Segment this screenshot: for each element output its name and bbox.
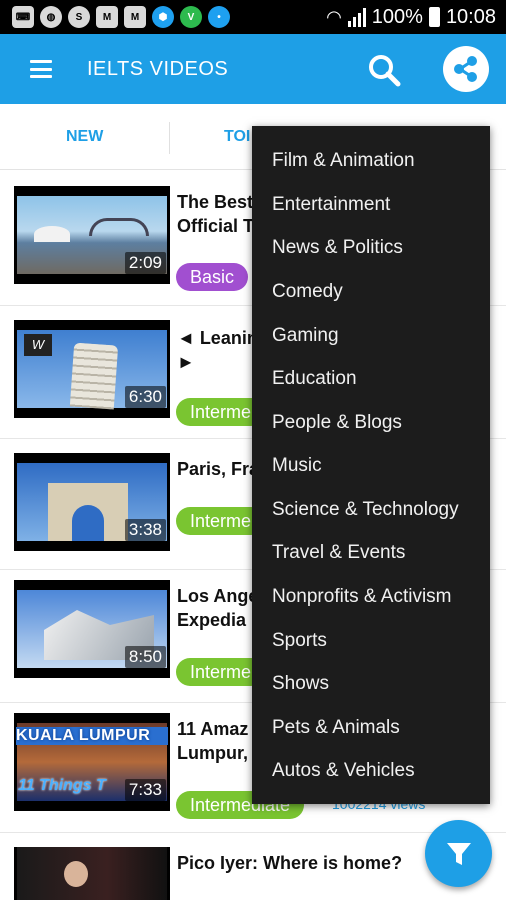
tab-divider	[169, 122, 170, 154]
menu-item-film-animation[interactable]: Film & Animation	[272, 139, 415, 183]
video-thumbnail[interactable]	[14, 847, 170, 900]
menu-item-travel-events[interactable]: Travel & Events	[272, 531, 405, 575]
video-duration: 8:50	[124, 646, 166, 668]
mail-icon: M	[124, 6, 146, 28]
app-title: IELTS VIDEOS	[87, 57, 229, 80]
thumbnail-caption: 11 Things T	[18, 777, 106, 794]
video-thumbnail[interactable]: 8:50	[14, 580, 170, 678]
app-screen: ⌨ ◍ S M M ⬢ V • ◠ 100% 10:08 IELTS VIDEO…	[0, 0, 506, 900]
hamburger-icon[interactable]	[30, 60, 52, 78]
menu-item-comedy[interactable]: Comedy	[272, 270, 343, 314]
menu-item-sports[interactable]: Sports	[272, 619, 327, 663]
battery-icon	[428, 7, 440, 27]
menu-item-music[interactable]: Music	[272, 444, 322, 488]
search-icon[interactable]	[366, 52, 402, 88]
menu-item-science-technology[interactable]: Science & Technology	[272, 488, 459, 532]
menu-item-news-politics[interactable]: News & Politics	[272, 226, 403, 270]
signal-icon	[347, 7, 366, 27]
tab-top[interactable]: TOI	[224, 104, 250, 170]
menu-item-entertainment[interactable]: Entertainment	[272, 183, 390, 227]
share-icon[interactable]	[443, 46, 489, 92]
video-thumbnail[interactable]: W 6:30	[14, 320, 170, 418]
tab-new[interactable]: NEW	[66, 104, 103, 170]
mail-icon: M	[96, 6, 118, 28]
filter-button[interactable]	[425, 820, 492, 887]
video-thumbnail[interactable]: KUALA LUMPUR 11 Things T 7:33	[14, 713, 170, 811]
video-duration: 6:30	[124, 386, 166, 408]
video-duration: 7:33	[124, 779, 166, 801]
video-thumbnail[interactable]: 3:38	[14, 453, 170, 551]
level-badge: Basic	[176, 263, 249, 291]
menu-item-nonprofits-activism[interactable]: Nonprofits & Activism	[272, 575, 452, 619]
menu-item-pets-animals[interactable]: Pets & Animals	[272, 706, 400, 750]
menu-item-education[interactable]: Education	[272, 357, 357, 401]
menu-item-shows[interactable]: Shows	[272, 662, 329, 706]
video-duration: 2:09	[124, 252, 166, 274]
status-bar: ⌨ ◍ S M M ⬢ V • ◠ 100% 10:08	[0, 0, 506, 34]
battery-percent: 100%	[371, 5, 423, 28]
vine-icon: V	[180, 6, 202, 28]
video-thumbnail[interactable]: 2:09	[14, 186, 170, 284]
menu-item-gaming[interactable]: Gaming	[272, 314, 339, 358]
skype-icon: S	[68, 6, 90, 28]
app-icon: •	[208, 6, 230, 28]
wifi-icon: ◠	[326, 6, 342, 27]
menu-item-people-blogs[interactable]: People & Blogs	[272, 401, 402, 445]
app-bar: IELTS VIDEOS	[0, 34, 506, 104]
clock: 10:08	[445, 5, 496, 28]
shield-app-icon: ⬢	[152, 6, 174, 28]
video-duration: 3:38	[124, 519, 166, 541]
keyboard-icon: ⌨	[12, 6, 34, 28]
menu-item-autos-vehicles[interactable]: Autos & Vehicles	[272, 749, 415, 793]
category-menu: Film & Animation Entertainment News & Po…	[252, 126, 490, 804]
thumbnail-caption: KUALA LUMPUR	[16, 727, 168, 745]
globe-icon: ◍	[40, 6, 62, 28]
filter-icon	[446, 842, 471, 865]
